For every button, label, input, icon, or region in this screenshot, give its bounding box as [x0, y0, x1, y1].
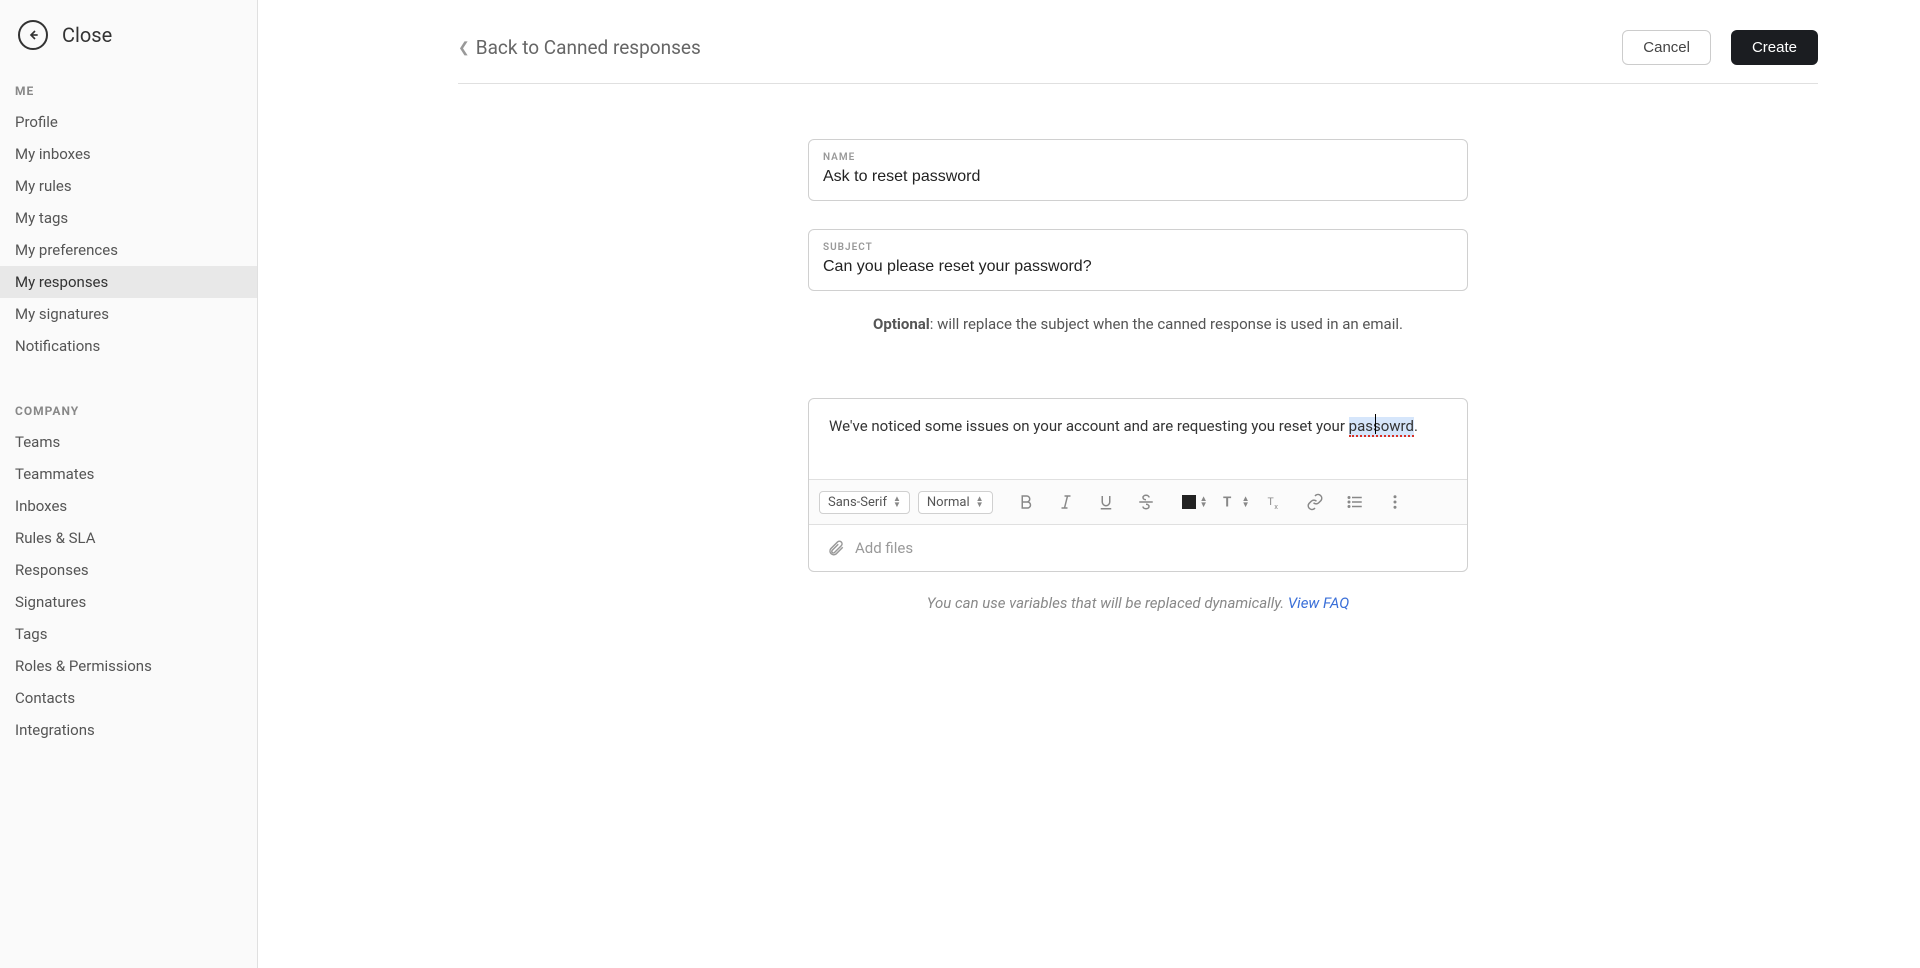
svg-text:T: T [1267, 495, 1274, 508]
section-heading-company: COMPANY [0, 390, 257, 426]
breadcrumb-back[interactable]: ❮ Back to Canned responses [458, 36, 701, 59]
settings-sidebar: Close ME Profile My inboxes My rules My … [0, 0, 258, 968]
helper-rest: : will replace the subject when the cann… [930, 315, 1403, 333]
add-files-button[interactable]: Add files [809, 524, 1467, 571]
nav-my-signatures[interactable]: My signatures [0, 298, 257, 330]
bold-button[interactable] [1010, 488, 1042, 516]
nav-my-rules[interactable]: My rules [0, 170, 257, 202]
font-family-value: Sans-Serif [828, 495, 887, 510]
nav-rules-sla[interactable]: Rules & SLA [0, 522, 257, 554]
strikethrough-icon [1137, 493, 1155, 511]
body-prefix: We've noticed some issues on your accoun… [829, 417, 1349, 435]
nav-my-tags[interactable]: My tags [0, 202, 257, 234]
clear-format-icon: Tx [1266, 493, 1284, 511]
underline-icon [1097, 493, 1115, 511]
italic-button[interactable] [1050, 488, 1082, 516]
nav-roles-permissions[interactable]: Roles & Permissions [0, 650, 257, 682]
bold-icon [1017, 493, 1035, 511]
name-field-box[interactable]: NAME [808, 139, 1468, 201]
sidebar-close[interactable]: Close [0, 0, 257, 70]
editor-box: We've noticed some issues on your accoun… [808, 398, 1468, 572]
chevron-left-icon: ❮ [458, 40, 470, 56]
nav-my-inboxes[interactable]: My inboxes [0, 138, 257, 170]
font-size-select[interactable]: Normal ▲▼ [918, 491, 993, 514]
link-icon [1306, 493, 1324, 511]
nav-signatures[interactable]: Signatures [0, 586, 257, 618]
helper-text: You can use variables that will be repla… [927, 594, 1288, 612]
main-content: ❮ Back to Canned responses Cancel Create… [258, 0, 1920, 968]
underline-button[interactable] [1090, 488, 1122, 516]
helper-bold: Optional [873, 315, 930, 333]
clear-format-button[interactable]: Tx [1259, 488, 1291, 516]
font-family-select[interactable]: Sans-Serif ▲▼ [819, 491, 910, 514]
nav-my-preferences[interactable]: My preferences [0, 234, 257, 266]
subject-input[interactable] [823, 258, 1453, 276]
nav-notifications[interactable]: Notifications [0, 330, 257, 362]
subject-field-box[interactable]: SUBJECT [808, 229, 1468, 291]
select-arrows-icon: ▲▼ [976, 496, 984, 508]
name-label: NAME [823, 152, 1453, 163]
subject-label: SUBJECT [823, 242, 1453, 253]
font-size-value: Normal [927, 495, 970, 510]
more-vertical-icon [1386, 493, 1404, 511]
variables-helper: You can use variables that will be repla… [808, 594, 1468, 612]
cancel-button[interactable]: Cancel [1622, 30, 1711, 65]
link-button[interactable] [1299, 488, 1331, 516]
spell-error-word: passowrd [1349, 417, 1414, 437]
select-arrows-icon: ▲▼ [1242, 496, 1250, 508]
list-icon [1346, 493, 1364, 511]
color-swatch-icon [1182, 495, 1196, 509]
paperclip-icon [827, 539, 845, 557]
name-input[interactable] [823, 168, 1453, 186]
select-arrows-icon: ▲▼ [893, 496, 901, 508]
select-arrows-icon: ▲▼ [1200, 496, 1208, 508]
nav-my-responses[interactable]: My responses [0, 266, 257, 298]
nav-integrations[interactable]: Integrations [0, 714, 257, 746]
editor-toolbar: Sans-Serif ▲▼ Normal ▲▼ [809, 479, 1467, 524]
text-style-button[interactable]: T ▲▼ [1219, 488, 1251, 516]
view-faq-link[interactable]: View FAQ [1288, 594, 1349, 612]
nav-profile[interactable]: Profile [0, 106, 257, 138]
nav-contacts[interactable]: Contacts [0, 682, 257, 714]
add-files-label: Add files [855, 539, 913, 557]
section-heading-me: ME [0, 70, 257, 106]
svg-text:T: T [1223, 495, 1232, 511]
nav-responses[interactable]: Responses [0, 554, 257, 586]
close-label: Close [62, 23, 112, 47]
breadcrumb-label: Back to Canned responses [476, 36, 701, 59]
editor-content[interactable]: We've noticed some issues on your accoun… [809, 399, 1467, 479]
nav-teammates[interactable]: Teammates [0, 458, 257, 490]
text-icon: T [1220, 493, 1238, 511]
subject-helper-text: Optional: will replace the subject when … [808, 315, 1468, 333]
svg-text:x: x [1274, 502, 1278, 511]
create-button[interactable]: Create [1731, 30, 1818, 65]
italic-icon [1057, 493, 1075, 511]
more-button[interactable] [1379, 488, 1411, 516]
strikethrough-button[interactable] [1130, 488, 1162, 516]
top-bar: ❮ Back to Canned responses Cancel Create [458, 30, 1818, 84]
nav-teams[interactable]: Teams [0, 426, 257, 458]
nav-inboxes[interactable]: Inboxes [0, 490, 257, 522]
body-suffix: . [1414, 417, 1418, 435]
text-color-button[interactable]: ▲▼ [1179, 488, 1211, 516]
nav-tags[interactable]: Tags [0, 618, 257, 650]
list-button[interactable] [1339, 488, 1371, 516]
back-arrow-icon [18, 20, 48, 50]
